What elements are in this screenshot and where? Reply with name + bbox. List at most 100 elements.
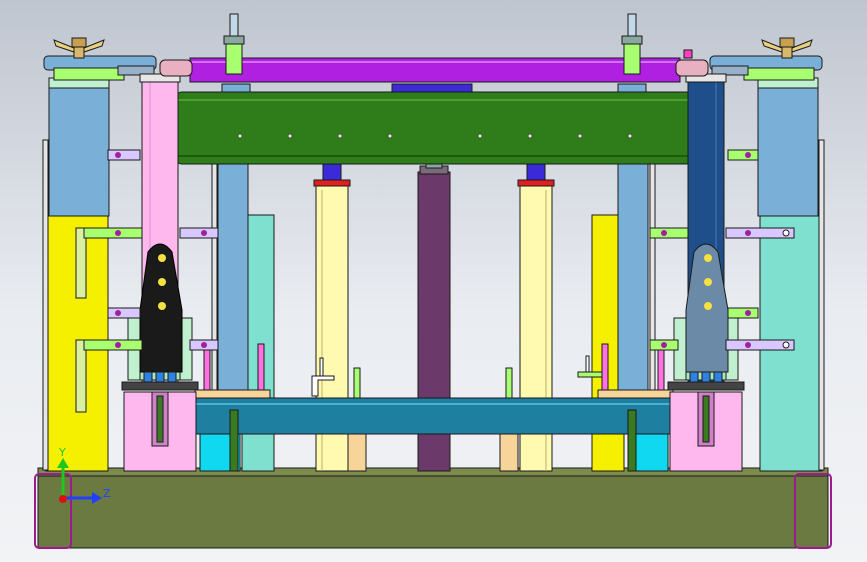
- left-clamp-hole: [158, 278, 166, 286]
- left-clamp-base-plate: [121, 381, 199, 391]
- left-thin-rod-outer: [42, 139, 49, 471]
- right-cream-connector: [526, 161, 546, 181]
- right-wing-nut-stem: [781, 45, 793, 59]
- right-clamp-hole: [704, 254, 712, 262]
- bracket-lavender-left-upper: [107, 149, 141, 161]
- bracket-green-left-mid: [83, 227, 143, 239]
- roller-hole: [387, 133, 393, 139]
- left-clamp-hole: [158, 254, 166, 262]
- l-hook-right: [577, 371, 603, 378]
- upper-roller-left-cap: [221, 83, 251, 93]
- bracket-green-left-low: [83, 339, 143, 351]
- left-clamp-bolt: [167, 371, 177, 383]
- bracket-bolt: [782, 341, 790, 349]
- right-clamp-bolt: [701, 371, 711, 383]
- l-hook-right-stem: [585, 355, 590, 373]
- lower-right-tray: [597, 389, 674, 399]
- left-outer-column: [42, 77, 110, 472]
- left-clamp-hole: [158, 302, 166, 310]
- bracket-green-inner-right-mid: [649, 227, 689, 239]
- right-blue-post: [757, 85, 819, 217]
- y-axis-label: Y: [58, 446, 66, 459]
- roller-hole: [527, 133, 533, 139]
- right-wing-nut-cap: [779, 37, 795, 48]
- left-pink-block-rod: [156, 395, 164, 443]
- bracket-bolt: [201, 342, 207, 348]
- upper-roller-right-cap: [617, 83, 647, 93]
- left-clamp-bolt: [143, 371, 153, 383]
- right-top-clamp: [709, 37, 823, 81]
- pin-pink-right-2: [657, 343, 665, 391]
- upper-roller-body: [175, 91, 693, 165]
- right-clamp-base-plate: [667, 381, 745, 391]
- z-axis-label: Z: [103, 487, 111, 500]
- left-wing-nut-cap: [71, 37, 87, 48]
- top-beam-right-end: [675, 59, 709, 77]
- bracket-bolt: [745, 342, 751, 348]
- pin-green-left: [353, 367, 361, 399]
- left-inner-rod: [211, 159, 218, 401]
- pin-pink-right: [601, 343, 609, 391]
- left-clamp-base: [53, 67, 125, 81]
- top-beam-left-end: [159, 59, 193, 77]
- right-pink-block-rod: [702, 395, 710, 443]
- base-plate: [37, 471, 829, 549]
- left-cream-connector: [322, 161, 342, 181]
- bracket-bolt: [201, 230, 207, 236]
- bracket-bolt: [115, 152, 121, 158]
- left-top-post: [225, 43, 243, 75]
- right-clamp-base: [743, 67, 815, 81]
- left-top-clamp: [43, 37, 157, 81]
- lower-left-tray: [194, 389, 271, 399]
- top-beam-assembly: [159, 13, 709, 83]
- roller-hole: [337, 133, 343, 139]
- bracket-bolt: [115, 230, 121, 236]
- right-inner-blue-post: [617, 159, 649, 401]
- right-clamp-bolt: [689, 371, 699, 383]
- cad-viewport[interactable]: Y Z: [0, 0, 867, 562]
- left-orange-pad: [347, 433, 367, 472]
- bracket-lavender-left-lower: [107, 307, 141, 319]
- bracket-bolt: [661, 342, 667, 348]
- upper-roller-top-block: [391, 83, 473, 93]
- left-yellow-slot-lower: [75, 339, 87, 413]
- left-clamp-bolt: [155, 371, 165, 383]
- right-top-post-collar: [621, 35, 643, 45]
- left-top-post-collar: [223, 35, 245, 45]
- right-orange-pad: [499, 433, 519, 472]
- right-clamp-bolt: [713, 371, 723, 383]
- lower-right-rod: [627, 409, 637, 472]
- bracket-bolt: [115, 310, 121, 316]
- bracket-bolt: [661, 230, 667, 236]
- roller-hole: [477, 133, 483, 139]
- right-outer-column: [757, 77, 825, 472]
- left-inner-blue-post: [217, 159, 249, 401]
- bracket-lavender-inner-left-mid: [179, 227, 219, 239]
- bracket-green-right-lower: [727, 307, 759, 319]
- bracket-green-right-upper: [727, 149, 759, 161]
- bracket-bolt: [745, 152, 751, 158]
- origin-dot-icon: [59, 495, 67, 503]
- bracket-bolt: [782, 229, 790, 237]
- lower-left-rod: [229, 409, 239, 472]
- left-blue-post: [48, 85, 110, 217]
- pin-pink-left: [203, 343, 211, 391]
- bracket-bolt: [745, 310, 751, 316]
- roller-hole: [577, 133, 583, 139]
- l-hook-left-stem: [319, 357, 324, 377]
- right-clamp-hole: [704, 302, 712, 310]
- right-clamp-hole: [704, 278, 712, 286]
- top-beam-pin: [683, 49, 693, 59]
- pin-green-right: [505, 367, 513, 399]
- roller-hole: [287, 133, 293, 139]
- pin-pink-left-2: [257, 343, 265, 391]
- right-inner-rod: [649, 159, 656, 401]
- roller-hole: [237, 133, 243, 139]
- right-top-post: [623, 43, 641, 75]
- upper-roller: [175, 83, 693, 165]
- base-assembly: [34, 467, 832, 549]
- bracket-bolt: [745, 230, 751, 236]
- left-wing-nut-stem: [73, 45, 85, 59]
- right-cream-cap: [517, 179, 555, 187]
- left-cream-cap: [313, 179, 351, 187]
